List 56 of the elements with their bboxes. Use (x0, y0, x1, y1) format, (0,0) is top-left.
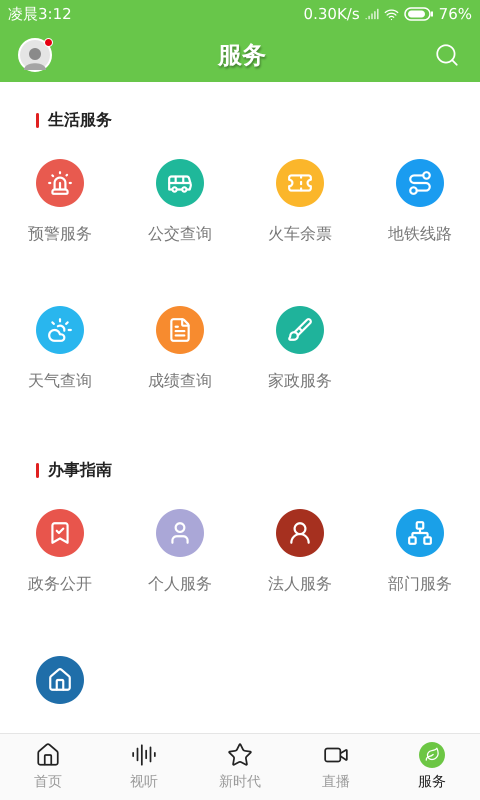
nav-tab[interactable]: 首页 (0, 734, 96, 800)
service-item[interactable]: 成绩查询 (148, 306, 212, 393)
wifi-icon (384, 6, 399, 22)
cloud-sun-icon (47, 317, 73, 343)
page-title: 服务 (218, 40, 266, 71)
battery-percent: 76% (438, 4, 472, 25)
service-item[interactable]: 预警服务 (28, 159, 92, 246)
service-label: 预警服务 (28, 223, 92, 245)
service-item[interactable]: 个人服务 (148, 509, 212, 596)
house-icon (47, 667, 73, 693)
nav-label: 服务 (418, 772, 446, 792)
service-label: 部门服务 (388, 573, 452, 595)
nav-tab[interactable]: 直播 (288, 734, 384, 800)
nav-tab[interactable]: 新时代 (192, 734, 288, 800)
service-item[interactable] (36, 656, 84, 704)
network-speed: 0.30K/s (304, 4, 360, 25)
route-icon (407, 170, 433, 196)
leaf-icon (419, 742, 445, 768)
siren-icon (47, 170, 73, 196)
service-item[interactable]: 家政服务 (268, 306, 332, 393)
service-item[interactable]: 公交查询 (148, 159, 212, 246)
service-label: 家政服务 (268, 370, 332, 392)
nav-tab[interactable]: 服务 (384, 734, 480, 800)
service-label: 个人服务 (148, 573, 212, 595)
service-label: 政务公开 (28, 573, 92, 595)
service-label: 成绩查询 (148, 370, 212, 392)
star-icon (227, 742, 253, 768)
section-title: 办事指南 (48, 459, 112, 481)
service-item[interactable]: 政务公开 (28, 509, 92, 596)
section-marker (36, 112, 39, 128)
nav-label: 视听 (130, 772, 158, 792)
service-item[interactable]: 部门服务 (388, 509, 452, 596)
nav-label: 首页 (34, 772, 62, 792)
battery-icon (404, 7, 434, 21)
nav-label: 直播 (322, 772, 350, 792)
service-item[interactable]: 天气查询 (28, 306, 92, 393)
service-label: 火车余票 (268, 223, 332, 245)
service-item[interactable]: 火车余票 (268, 159, 332, 246)
service-label: 天气查询 (28, 370, 92, 392)
avatar-button[interactable] (18, 38, 52, 72)
signal-icon (364, 7, 379, 21)
service-item[interactable]: 法人服务 (268, 509, 332, 596)
nav-tab[interactable]: 视听 (96, 734, 192, 800)
nav-label: 新时代 (219, 772, 261, 792)
network-icon (407, 520, 433, 546)
status-time: 凌晨3:12 (8, 4, 72, 25)
section-title: 生活服务 (48, 109, 112, 131)
service-label: 公交查询 (148, 223, 212, 245)
service-label: 地铁线路 (388, 223, 452, 245)
brush-icon (287, 317, 313, 343)
service-item[interactable]: 地铁线路 (388, 159, 452, 246)
section-marker (36, 462, 39, 478)
home-icon (35, 742, 61, 768)
audio-icon (131, 742, 157, 768)
search-icon (434, 42, 460, 68)
service-label: 法人服务 (268, 573, 332, 595)
